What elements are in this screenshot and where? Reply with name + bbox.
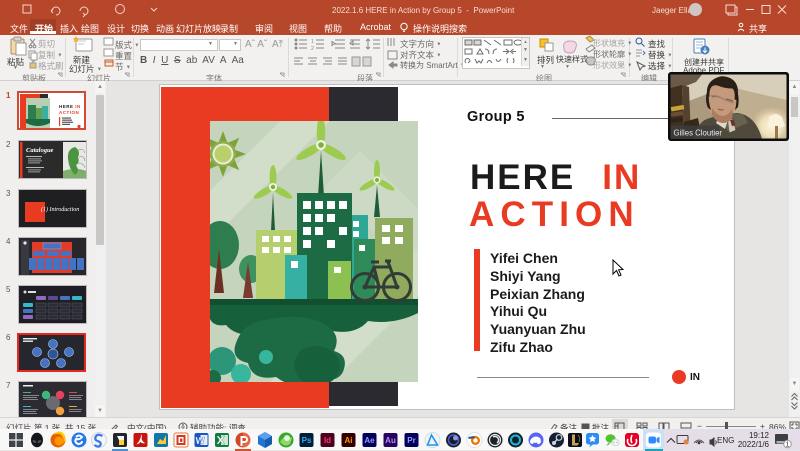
svg-text:ACTION: ACTION [59,110,79,115]
svg-text:Catalogue: Catalogue [26,147,54,154]
svg-text:1: 1 [786,442,790,449]
svg-text:1: 1 [311,39,314,45]
svg-text:Pr: Pr [407,436,415,445]
svg-text:HERE IN: HERE IN [59,104,81,109]
svg-text:Gilles Cloutier: Gilles Cloutier [674,129,723,138]
svg-text:2: 2 [311,46,314,52]
svg-text:Au: Au [385,436,396,445]
svg-text:Ai: Ai [345,436,353,445]
svg-text:Id: Id [324,436,331,445]
svg-text:Ae: Ae [364,436,375,445]
svg-text:(1) Introduction: (1) Introduction [41,206,79,213]
svg-text:Ps: Ps [302,436,312,445]
